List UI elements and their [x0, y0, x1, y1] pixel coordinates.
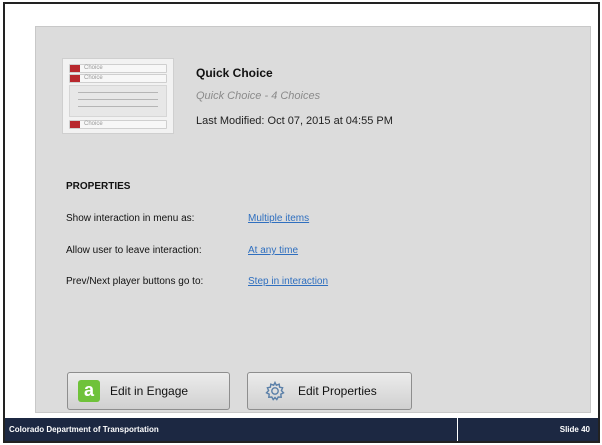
- slide-number: Slide 40: [559, 425, 590, 434]
- thumbnail-line: [78, 92, 158, 93]
- interaction-thumbnail: Choice Choice Choice: [62, 58, 174, 134]
- engage-app-icon: a: [78, 380, 100, 402]
- edit-properties-label: Edit Properties: [298, 384, 377, 398]
- thumbnail-line: [78, 99, 158, 100]
- footer-organization: Colorado Department of Transportation: [9, 425, 159, 434]
- choice-marker-icon: [70, 65, 80, 72]
- slide-frame: Choice Choice Choice Quick Choice Quick …: [3, 2, 600, 443]
- properties-heading: PROPERTIES: [66, 181, 131, 192]
- last-modified: Last Modified: Oct 07, 2015 at 04:55 PM: [196, 115, 393, 127]
- interaction-title: Quick Choice: [196, 66, 273, 80]
- edit-properties-button[interactable]: Edit Properties: [247, 372, 412, 410]
- thumbnail-choice-label: Choice: [84, 65, 103, 71]
- thumbnail-choice-row: Choice: [69, 74, 167, 83]
- thumbnail-body: [69, 85, 167, 117]
- thumbnail-choice-label: Choice: [84, 121, 103, 127]
- interaction-panel: Choice Choice Choice Quick Choice Quick …: [35, 26, 591, 413]
- thumbnail-choice-row: Choice: [69, 64, 167, 73]
- property-label: Show interaction in menu as:: [66, 213, 195, 224]
- slide-footer: Colorado Department of Transportation Sl…: [5, 418, 598, 441]
- thumbnail-choice-label: Choice: [84, 75, 103, 81]
- property-value-link[interactable]: Multiple items: [248, 213, 309, 224]
- property-label: Prev/Next player buttons go to:: [66, 276, 204, 287]
- choice-marker-icon: [70, 121, 80, 128]
- thumbnail-line: [78, 106, 158, 107]
- gear-icon: [265, 380, 285, 401]
- edit-in-engage-button[interactable]: a Edit in Engage: [67, 372, 230, 410]
- footer-divider: [457, 418, 458, 441]
- property-value-link[interactable]: At any time: [248, 245, 298, 256]
- interaction-subtitle: Quick Choice - 4 Choices: [196, 90, 321, 102]
- thumbnail-choice-row: Choice: [69, 120, 167, 129]
- property-label: Allow user to leave interaction:: [66, 245, 202, 256]
- property-value-link[interactable]: Step in interaction: [248, 276, 328, 287]
- choice-marker-icon: [70, 75, 80, 82]
- edit-in-engage-label: Edit in Engage: [110, 384, 189, 398]
